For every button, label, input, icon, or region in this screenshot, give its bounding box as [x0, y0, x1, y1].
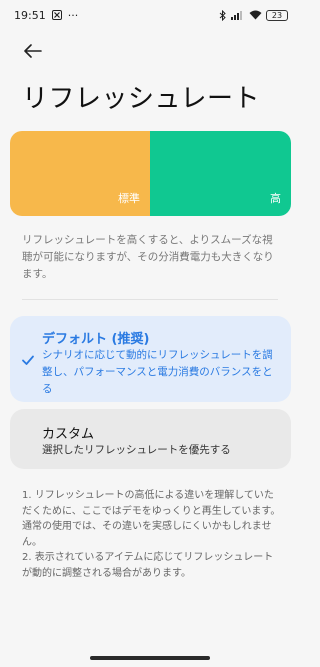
option-custom[interactable]: カスタム 選択したリフレッシュレートを優先する	[10, 409, 291, 469]
more-notifications-indicator: ···	[67, 8, 79, 22]
option-custom-description: 選択したリフレッシュレートを優先する	[42, 444, 231, 456]
battery-indicator: 23	[266, 9, 288, 21]
preview-standard-panel: 標準	[10, 131, 150, 216]
preview-standard-label: 標準	[118, 192, 140, 205]
page-title: リフレッシュレート	[22, 84, 260, 114]
status-left: 19:51 ···	[14, 9, 78, 22]
preview-high-label: 高	[270, 192, 281, 205]
option-default-title: デフォルト (推奨)	[42, 332, 150, 347]
notification-app-icon	[51, 10, 62, 20]
option-custom-title: カスタム	[42, 427, 95, 442]
preview-high-panel: 高	[150, 131, 291, 216]
bluetooth-icon	[219, 9, 227, 21]
option-default[interactable]: デフォルト (推奨) シナリオに応じて動的にリフレッシュレートを調整し、パフォー…	[10, 316, 291, 402]
divider	[22, 299, 278, 300]
description-text: リフレッシュレートを高くすると、よりスムーズな視聴が可能になりますが、その分消費…	[22, 234, 274, 280]
check-icon	[21, 352, 35, 366]
signal-icon	[231, 10, 245, 20]
home-indicator[interactable]	[90, 656, 210, 660]
back-arrow-icon	[24, 43, 42, 62]
back-button[interactable]	[22, 42, 44, 62]
status-bar: 19:51 ··· 23	[0, 0, 300, 30]
status-time: 19:51	[14, 8, 46, 22]
status-right: 23	[219, 9, 288, 21]
note-item: 2. 表示されているアイテムに応じてリフレッシュレートが動的に調整される場合があ…	[22, 552, 274, 579]
notes: 1. リフレッシュレートの高低による違いを理解していただくために、ここではデモを…	[22, 488, 282, 581]
note-item: 1. リフレッシュレートの高低による違いを理解していただくために、ここではデモを…	[22, 490, 281, 548]
wifi-icon	[249, 10, 262, 20]
refresh-rate-preview: 標準 高	[10, 131, 291, 216]
option-default-description: シナリオに応じて動的にリフレッシュレートを調整し、パフォーマンスと電力消費のバラ…	[42, 349, 273, 395]
